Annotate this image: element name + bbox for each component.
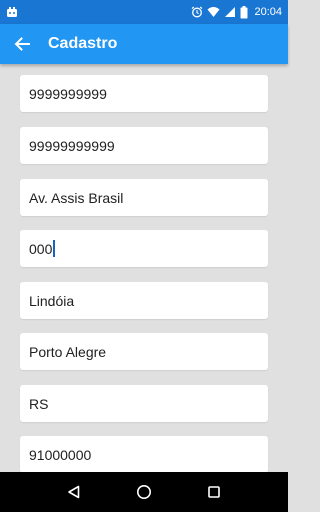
text-cursor [53,240,55,257]
home-circle-icon[interactable] [136,484,152,500]
notification-icon [7,7,17,17]
status-bar: 20:04 [0,0,288,24]
page-title: Cadastro [48,35,118,52]
zip-field[interactable]: 91000000 [20,436,268,472]
status-time: 20:04 [254,6,282,18]
neighborhood-field[interactable]: Lindóia [20,282,268,319]
field-value: 9999999999 [29,85,107,102]
number-field[interactable]: 000 [20,230,268,267]
field-value: Lindóia [29,292,75,309]
field-value: Porto Alegre [29,343,107,360]
battery-icon [240,5,248,18]
field-value: Av. Assis Brasil [29,189,124,206]
mobile-field[interactable]: 99999999999 [20,127,268,164]
arrow-back-icon [14,37,30,51]
field-value: RS [29,395,49,412]
field-value: 91000000 [29,446,92,463]
alarm-icon [192,6,203,18]
navigation-bar [0,472,288,512]
city-field[interactable]: Porto Alegre [20,333,268,370]
state-field[interactable]: RS [20,385,268,422]
recents-square-icon[interactable] [207,485,221,499]
phone-field[interactable]: 9999999999 [20,75,268,112]
field-value: 99999999999 [29,137,115,154]
street-field[interactable]: Av. Assis Brasil [20,179,268,216]
signal-icon [225,7,236,17]
wifi-icon [207,7,220,17]
back-button[interactable] [0,24,44,64]
app-bar: Cadastro [0,24,288,64]
form-scroll-area[interactable]: 9999999999 99999999999 Av. Assis Brasil … [0,64,288,472]
back-triangle-icon[interactable] [67,485,81,499]
field-value: 000 [29,240,53,257]
